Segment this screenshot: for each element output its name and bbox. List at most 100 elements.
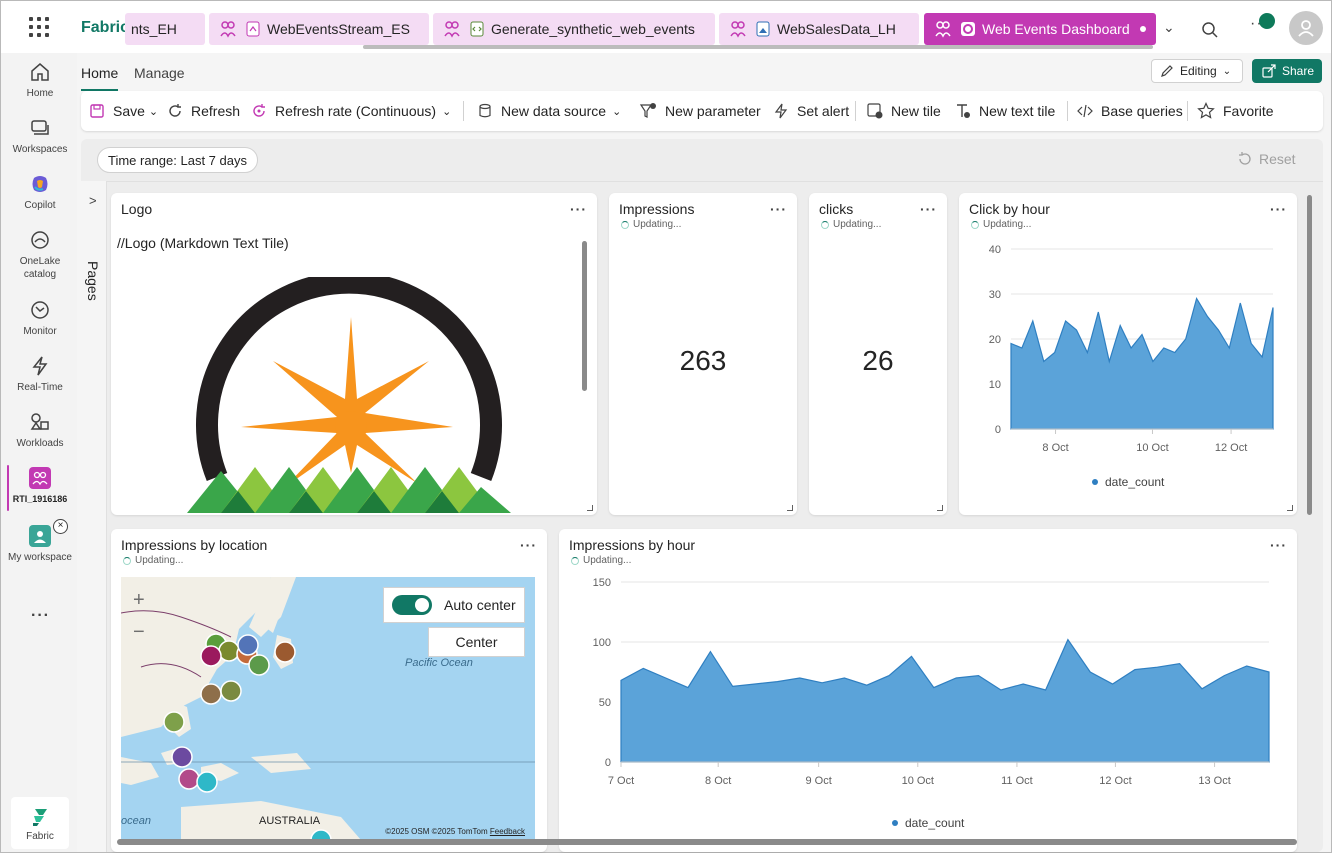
favorite-button[interactable]: Favorite: [1197, 91, 1274, 131]
legend-marker: [892, 820, 898, 826]
horizontal-scrollbar[interactable]: [117, 839, 1297, 845]
rail-label: Real-Time: [17, 382, 63, 393]
new-tile-button[interactable]: New tile: [867, 91, 941, 131]
tile-logo[interactable]: Logo ··· //Logo (Markdown Text Tile): [111, 193, 597, 515]
workloads-icon: [30, 413, 49, 430]
y-tick-label: 20: [989, 334, 1001, 346]
app-launcher-icon[interactable]: [29, 17, 49, 37]
resize-handle[interactable]: [587, 505, 593, 511]
more-icon[interactable]: ···: [570, 201, 587, 217]
workspace-rti-icon: [29, 467, 51, 489]
main-area: Home Manage Editing ⌄ Share Save ⌄ Refre…: [77, 53, 1331, 852]
x-tick-label: 9 Oct: [805, 775, 831, 787]
x-tick-label: 10 Oct: [1136, 442, 1168, 454]
search-icon[interactable]: [1201, 21, 1219, 39]
toolbar-divider: [1187, 101, 1188, 121]
close-icon[interactable]: ×: [53, 519, 68, 534]
fabric-switcher[interactable]: Fabric: [11, 797, 69, 849]
editing-label: Editing: [1180, 64, 1217, 78]
rail-item-monitor[interactable]: Monitor: [5, 299, 75, 338]
workspaces-icon: [31, 120, 49, 135]
more-icon[interactable]: ···: [31, 607, 50, 625]
vertical-scrollbar[interactable]: [1307, 195, 1312, 515]
save-button[interactable]: Save ⌄: [89, 91, 158, 131]
rail-item-workloads[interactable]: Workloads: [5, 411, 75, 450]
tile-impressions[interactable]: Impressions Updating... ··· 263: [609, 193, 797, 515]
tab-label: Web Events Dashboard: [982, 21, 1130, 37]
tabs-scrollbar[interactable]: [363, 45, 1153, 49]
chevron-down-icon: ⌄: [1222, 65, 1232, 77]
top-bar: Fabric nts_EH WebEventsStream_ES Generat…: [1, 1, 1331, 53]
pages-panel[interactable]: > Pages: [81, 181, 107, 852]
tab-eventstream[interactable]: WebEventsStream_ES: [209, 13, 429, 45]
more-icon[interactable]: ···: [1270, 201, 1287, 217]
rail-label: Monitor: [23, 326, 57, 337]
more-icon[interactable]: ···: [1270, 537, 1287, 553]
spinner-icon: [571, 556, 579, 565]
tile-impressions-by-location[interactable]: Impressions by location Updating... ···: [111, 529, 547, 852]
more-icon[interactable]: ···: [770, 201, 787, 217]
markdown-text: //Logo (Markdown Text Tile): [117, 235, 289, 251]
tile-scrollbar[interactable]: [582, 241, 587, 391]
new-data-source-button[interactable]: New data source ⌄: [477, 91, 621, 131]
text-tile-icon: [957, 104, 970, 118]
click-by-hour-chart: 0 10 20 30 40 8 Oct 10 Oct 12 Oct date_count: [989, 244, 1274, 489]
rail-item-onelake-catalog[interactable]: OneLake catalog: [5, 229, 75, 281]
tab-notebook[interactable]: Generate_synthetic_web_events: [433, 13, 715, 45]
base-queries-button[interactable]: Base queries: [1077, 91, 1183, 131]
tab-label: WebSalesData_LH: [777, 21, 896, 37]
rail-item-home[interactable]: Home: [5, 61, 75, 100]
tab-eventhouse[interactable]: nts_EH: [125, 13, 205, 45]
y-tick-label: 150: [593, 577, 611, 589]
eventstream-file-icon: [246, 21, 260, 37]
tile-impressions-by-hour[interactable]: Impressions by hour Updating... ··· 0 50 1…: [559, 529, 1297, 852]
brand-name[interactable]: Fabric: [81, 19, 129, 37]
new-parameter-button[interactable]: New parameter: [639, 91, 761, 131]
rail-label: OneLake catalog: [19, 256, 61, 280]
divider: [81, 181, 1323, 182]
spinner-icon: [821, 220, 829, 229]
chevron-right-icon[interactable]: >: [89, 193, 97, 208]
tile-title: Click by hour: [969, 201, 1050, 217]
more-icon[interactable]: ···: [520, 537, 537, 553]
tile-title: Impressions by location: [121, 537, 268, 553]
tab-web-events-dashboard[interactable]: Web Events Dashboard: [924, 13, 1156, 45]
resize-handle[interactable]: [1287, 505, 1293, 511]
rail-label: Home: [26, 88, 54, 99]
more-icon[interactable]: ···: [920, 201, 937, 217]
tab-manage[interactable]: Manage: [134, 65, 185, 81]
resize-handle[interactable]: [787, 505, 793, 511]
y-tick-label: 30: [989, 289, 1001, 301]
set-alert-button[interactable]: Set alert: [773, 91, 849, 131]
spinner-icon: [971, 220, 979, 229]
chevron-down-icon[interactable]: ⌄: [1163, 19, 1175, 36]
rail-item-real-time[interactable]: Real-Time: [5, 355, 75, 394]
resize-handle[interactable]: [937, 505, 943, 511]
status-label: Updating...: [583, 555, 632, 566]
time-range-filter[interactable]: Time range: Last 7 days: [97, 147, 258, 173]
tab-lakehouse[interactable]: WebSalesData_LH: [719, 13, 919, 45]
rail-item-workspaces[interactable]: Workspaces: [5, 117, 75, 156]
new-parameter-label: New parameter: [665, 103, 761, 119]
new-text-tile-button[interactable]: New text tile: [955, 91, 1055, 131]
avatar[interactable]: [1289, 11, 1323, 45]
tile-click-by-hour[interactable]: Click by hour Updating... ··· 0 10 20 30 40 8…: [959, 193, 1297, 515]
tile-clicks[interactable]: clicks Updating... ··· 26: [809, 193, 947, 515]
refresh-rate-button[interactable]: Refresh rate (Continuous) ⌄: [251, 91, 451, 131]
y-tick-label: 10: [989, 379, 1001, 391]
toolbar-divider: [1067, 101, 1068, 121]
tile-status: Updating...: [571, 555, 631, 566]
reset-button[interactable]: Reset: [1237, 151, 1296, 167]
rail-item-rti-workspace[interactable]: RTI_1916186: [5, 467, 75, 506]
map[interactable]: + − Auto center Center Pacific Ocean AUS…: [121, 577, 535, 840]
tile-status: Updating...: [123, 555, 183, 566]
refresh-button[interactable]: Refresh: [167, 91, 240, 131]
rail-label: Copilot: [24, 200, 56, 211]
rail-item-copilot[interactable]: Copilot: [5, 173, 75, 212]
editing-mode-button[interactable]: Editing ⌄: [1151, 59, 1243, 83]
map-marker: [171, 746, 193, 768]
rail-label: RTI_1916186: [12, 494, 68, 504]
new-tile-icon: [867, 103, 883, 119]
share-button[interactable]: Share: [1252, 59, 1322, 83]
tab-home[interactable]: Home: [81, 65, 119, 91]
